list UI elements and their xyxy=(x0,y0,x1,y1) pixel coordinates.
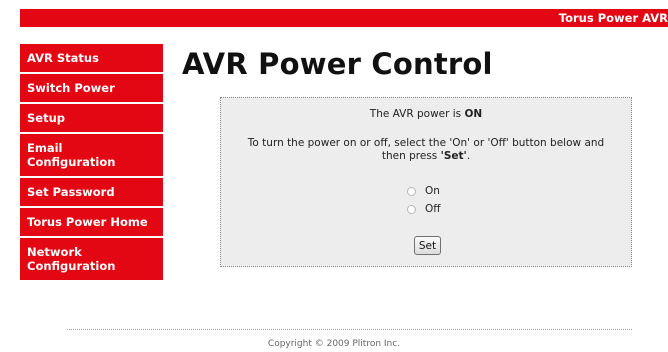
instructions-text: To turn the power on or off, select the … xyxy=(241,137,611,163)
radio-off[interactable] xyxy=(407,204,416,214)
sidebar-item-switch-power[interactable]: Switch Power xyxy=(20,74,163,104)
power-control-panel: The AVR power is ON To turn the power on… xyxy=(220,97,632,267)
option-off-label: Off xyxy=(425,203,441,215)
sidebar-item-label: Configuration xyxy=(27,259,116,273)
sidebar-item-torus-power-home[interactable]: Torus Power Home xyxy=(20,208,163,238)
sidebar-item-label: Torus Power Home xyxy=(27,215,148,229)
brand-label: Torus Power AVR xyxy=(558,11,668,25)
sidebar-item-avr-status[interactable]: AVR Status xyxy=(20,44,163,74)
instructions-body: To turn the power on or off, select the … xyxy=(247,137,605,162)
power-status-text: The AVR power is xyxy=(369,108,465,120)
option-off-row[interactable]: Off xyxy=(407,200,441,218)
sidebar-item-label: Network xyxy=(27,245,82,259)
sidebar-item-label: Configuration xyxy=(27,155,116,169)
footer-divider xyxy=(67,329,632,330)
sidebar-item-network-configuration[interactable]: Network Configuration xyxy=(20,238,163,282)
sidebar-item-label: Setup xyxy=(27,111,65,125)
sidebar-item-label: Email xyxy=(27,141,63,155)
sidebar-item-label: AVR Status xyxy=(27,51,99,65)
footer-copyright: Copyright © 2009 Plitron Inc. xyxy=(267,339,401,349)
option-on-row[interactable]: On xyxy=(407,182,441,200)
radio-on[interactable] xyxy=(407,186,416,196)
sidebar-item-setup[interactable]: Setup xyxy=(20,104,163,134)
power-status-value: ON xyxy=(464,108,483,120)
sidebar-item-label: Set Password xyxy=(27,185,115,199)
sidebar-item-email-configuration[interactable]: Email Configuration xyxy=(20,134,163,178)
sidebar-item-set-password[interactable]: Set Password xyxy=(20,178,163,208)
power-status-line: The AVR power is ON xyxy=(221,108,631,120)
page-title: AVR Power Control xyxy=(182,47,493,81)
header-bar: Torus Power AVR xyxy=(20,9,668,27)
option-on-label: On xyxy=(425,185,440,197)
set-button[interactable]: Set xyxy=(414,236,441,255)
instructions-set-keyword: 'Set' xyxy=(440,150,467,162)
instructions-end: . xyxy=(466,150,471,162)
sidebar-nav: AVR Status Switch Power Setup Email Conf… xyxy=(20,44,163,282)
power-options: On Off xyxy=(407,182,441,218)
sidebar-item-label: Switch Power xyxy=(27,81,115,95)
